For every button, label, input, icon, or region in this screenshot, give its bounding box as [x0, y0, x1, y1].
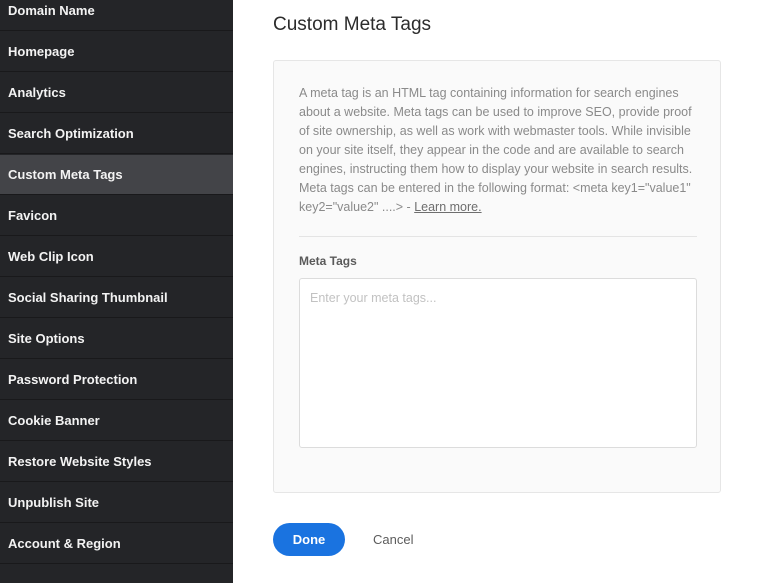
sidebar-item-label: Site Options [8, 331, 85, 346]
sidebar-item-domain-name[interactable]: Domain Name [0, 0, 233, 31]
sidebar-item-label: Web Clip Icon [8, 249, 94, 264]
settings-sidebar: Domain Name Homepage Analytics Search Op… [0, 0, 233, 583]
sidebar-item-label: Account & Region [8, 536, 121, 551]
main-panel: Custom Meta Tags A meta tag is an HTML t… [233, 0, 760, 583]
sidebar-item-social-sharing-thumbnail[interactable]: Social Sharing Thumbnail [0, 278, 233, 318]
sidebar-item-label: Custom Meta Tags [8, 167, 123, 182]
meta-tags-card: A meta tag is an HTML tag containing inf… [273, 60, 721, 493]
sidebar-item-unpublish-site[interactable]: Unpublish Site [0, 483, 233, 523]
sidebar-item-search-optimization[interactable]: Search Optimization [0, 114, 233, 154]
sidebar-item-label: Password Protection [8, 372, 138, 387]
sidebar-item-password-protection[interactable]: Password Protection [0, 360, 233, 400]
sidebar-item-favicon[interactable]: Favicon [0, 196, 233, 236]
cancel-button[interactable]: Cancel [363, 523, 423, 556]
description: A meta tag is an HTML tag containing inf… [299, 84, 704, 217]
learn-more-link[interactable]: Learn more. [414, 200, 481, 214]
sidebar-item-label: Cookie Banner [8, 413, 100, 428]
sidebar-item-web-clip-icon[interactable]: Web Clip Icon [0, 237, 233, 277]
meta-tags-input[interactable] [299, 278, 697, 448]
sidebar-item-account-region[interactable]: Account & Region [0, 524, 233, 564]
page-title: Custom Meta Tags [273, 14, 432, 35]
description-text: A meta tag is an HTML tag containing inf… [299, 86, 693, 214]
done-button[interactable]: Done [273, 523, 345, 556]
sidebar-item-analytics[interactable]: Analytics [0, 73, 233, 113]
sidebar-item-cookie-banner[interactable]: Cookie Banner [0, 401, 233, 441]
sidebar-item-custom-meta-tags[interactable]: Custom Meta Tags [0, 155, 233, 195]
sidebar-item-label: Analytics [8, 85, 66, 100]
sidebar-item-label: Search Optimization [8, 126, 134, 141]
meta-tags-label: Meta Tags [299, 254, 357, 268]
sidebar-item-label: Restore Website Styles [8, 454, 152, 469]
sidebar-item-homepage[interactable]: Homepage [0, 32, 233, 72]
sidebar-item-label: Favicon [8, 208, 58, 223]
sidebar-item-label: Unpublish Site [8, 495, 99, 510]
sidebar-item-label: Homepage [8, 44, 75, 59]
sidebar-item-label: Social Sharing Thumbnail [8, 290, 168, 305]
sidebar-item-restore-website-styles[interactable]: Restore Website Styles [0, 442, 233, 482]
sidebar-item-site-options[interactable]: Site Options [0, 319, 233, 359]
sidebar-item-label: Domain Name [8, 3, 95, 18]
divider [299, 236, 697, 237]
